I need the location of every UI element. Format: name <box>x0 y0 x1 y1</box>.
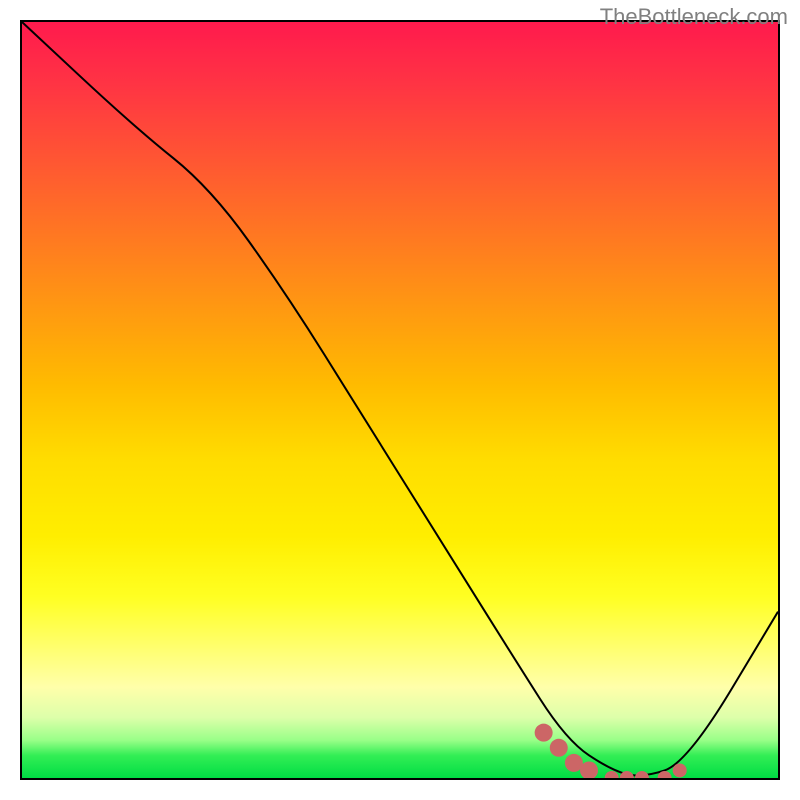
curve-svg <box>22 22 778 778</box>
bottleneck-curve-path <box>22 22 778 775</box>
watermark-text: TheBottleneck.com <box>600 4 788 30</box>
plot-area <box>20 20 780 780</box>
chart-container: TheBottleneck.com <box>0 0 800 800</box>
